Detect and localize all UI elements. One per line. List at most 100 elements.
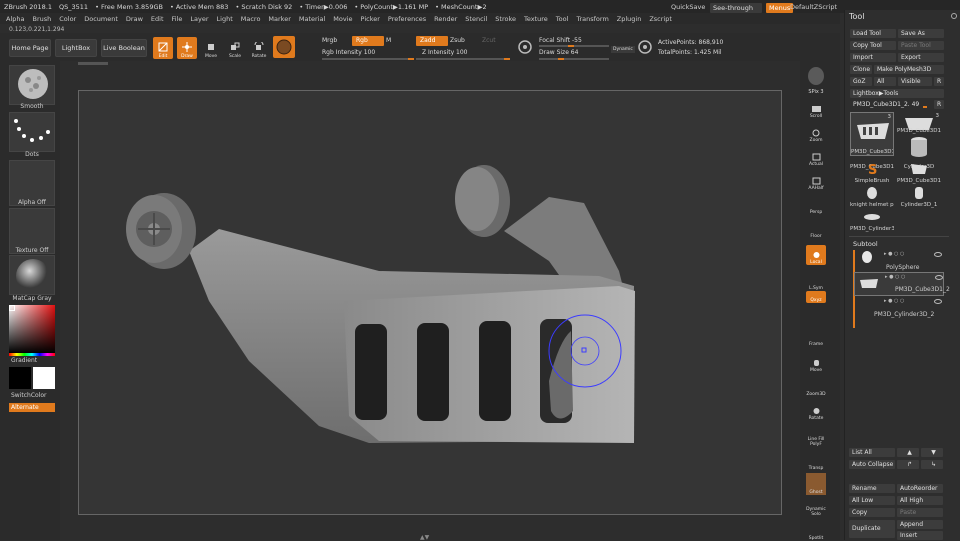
move-up-icon[interactable]: ▲: [897, 448, 919, 457]
menu-tool[interactable]: Tool: [556, 15, 569, 23]
menu-document[interactable]: Document: [84, 15, 118, 23]
copy-button[interactable]: Copy: [849, 508, 895, 517]
material-thumbnail[interactable]: [9, 255, 55, 295]
transp-button[interactable]: Transp: [806, 451, 826, 471]
eye-icon[interactable]: [935, 275, 943, 280]
auto-collapse-button[interactable]: Auto Collapse: [849, 460, 895, 469]
lightbox-button[interactable]: LightBox: [55, 39, 97, 57]
menu-render[interactable]: Render: [434, 15, 457, 23]
mrgb-toggle[interactable]: Mrgb: [322, 37, 337, 44]
make-polymesh-button[interactable]: Make PolyMesh3D: [874, 65, 944, 74]
menu-alpha[interactable]: Alpha: [6, 15, 24, 23]
local-button[interactable]: Local: [806, 245, 826, 265]
color-picker[interactable]: [9, 305, 55, 353]
subtool-row-cube[interactable]: ▸ ● ○ ○ PM3D_Cube3D1_2: [854, 272, 950, 296]
menu-transform[interactable]: Transform: [576, 15, 608, 23]
menu-stroke[interactable]: Stroke: [495, 15, 516, 23]
ghost-button[interactable]: Ghost: [806, 473, 826, 495]
move-mode-button[interactable]: Move: [201, 37, 221, 59]
insert-button[interactable]: Insert: [897, 531, 943, 540]
tool-tile-5[interactable]: S SimpleBrush: [850, 162, 894, 184]
clone-button[interactable]: Clone: [850, 65, 872, 74]
bpr-button[interactable]: [808, 67, 824, 85]
default-zscript-button[interactable]: DefaultZScript: [790, 0, 837, 13]
zoom-button[interactable]: Zoom: [806, 123, 826, 143]
draw-size-slider[interactable]: [539, 58, 609, 60]
tool-tile-8[interactable]: Cylinder3D_1: [897, 186, 941, 208]
lightbox-tools-button[interactable]: Lightbox▶Tools: [850, 89, 944, 98]
menu-edit[interactable]: Edit: [151, 15, 164, 23]
secondary-color-swatch[interactable]: [33, 367, 55, 389]
canvas-viewport[interactable]: [78, 90, 782, 515]
rgb-toggle[interactable]: Rgb: [352, 36, 384, 46]
switch-color-button[interactable]: SwitchColor: [11, 392, 57, 399]
quicksave-button[interactable]: QuickSave: [671, 0, 705, 13]
current-tool-r-button[interactable]: R: [934, 100, 944, 109]
scroll-button[interactable]: Scroll: [806, 99, 826, 119]
import-button[interactable]: Import: [850, 53, 896, 62]
menu-color[interactable]: Color: [59, 15, 76, 23]
aahalf-button[interactable]: AAHalf: [806, 171, 826, 191]
subtool-row-polysphere[interactable]: ▸ ● ○ ○ PolySphere: [854, 250, 944, 271]
menu-marker[interactable]: Marker: [268, 15, 290, 23]
eye-icon[interactable]: [934, 299, 942, 304]
draw-mode-button[interactable]: Draw: [177, 37, 197, 59]
see-through-slider[interactable]: See-through 0: [710, 2, 762, 22]
paste-button[interactable]: Paste: [897, 508, 943, 517]
menu-preferences[interactable]: Preferences: [388, 15, 426, 23]
edit-mode-button[interactable]: Edit: [153, 37, 173, 59]
scale-mode-button[interactable]: Scale: [225, 37, 245, 59]
load-tool-button[interactable]: Load Tool: [850, 29, 896, 38]
menu-texture[interactable]: Texture: [524, 15, 548, 23]
rotate-view-button[interactable]: Rotate: [806, 401, 826, 421]
list-all-button[interactable]: List All: [849, 448, 895, 457]
dynamic-solo-button[interactable]: Dynamic Solo: [806, 497, 826, 517]
menu-brush[interactable]: Brush: [32, 15, 51, 23]
zoom3d-button[interactable]: Zoom3D: [806, 377, 826, 397]
append-button[interactable]: Append: [897, 520, 943, 529]
focal-shift-slider[interactable]: [539, 45, 609, 47]
current-tool-slider[interactable]: PM3D_Cube3D1_2. 49: [850, 100, 934, 109]
z-intensity-slider[interactable]: [416, 58, 510, 60]
actual-button[interactable]: Actual: [806, 147, 826, 167]
persp-button[interactable]: Persp: [806, 195, 826, 215]
duplicate-button[interactable]: Duplicate: [849, 520, 895, 538]
all-high-button[interactable]: All High: [897, 496, 943, 505]
panel-close-icon[interactable]: [951, 13, 957, 19]
rename-button[interactable]: Rename: [849, 484, 895, 493]
zadd-toggle[interactable]: Zadd: [416, 36, 448, 46]
visible-button[interactable]: Visible: [898, 77, 932, 86]
arrow-right-up-icon[interactable]: ↱: [897, 460, 919, 469]
menu-stencil[interactable]: Stencil: [465, 15, 487, 23]
eye-icon[interactable]: [934, 252, 942, 257]
arrow-down-right-icon[interactable]: ↳: [921, 460, 943, 469]
zsub-toggle[interactable]: Zsub: [450, 37, 465, 44]
menu-zplugin[interactable]: Zplugin: [617, 15, 642, 23]
paste-tool-button[interactable]: Paste Tool: [898, 41, 944, 50]
hue-strip[interactable]: [9, 353, 55, 356]
line-fill-polyf-button[interactable]: Line Fill PolyF: [806, 425, 826, 447]
menu-material[interactable]: Material: [299, 15, 325, 23]
zcut-toggle[interactable]: Zcut: [482, 37, 496, 44]
all-low-button[interactable]: All Low: [849, 496, 895, 505]
tool-tile-9[interactable]: PM3D_Cylinder3: [850, 210, 894, 232]
alternate-button[interactable]: Alternate: [9, 403, 55, 412]
menu-movie[interactable]: Movie: [333, 15, 352, 23]
goz-r-button[interactable]: R: [934, 77, 944, 86]
stroke-thumbnail[interactable]: [9, 112, 55, 152]
menu-picker[interactable]: Picker: [361, 15, 380, 23]
auto-reorder-button[interactable]: AutoReorder: [897, 484, 943, 493]
tool-tile-1[interactable]: 3 PM3D_Cube3D1: [850, 112, 894, 156]
spotlit-button[interactable]: Spotlit: [806, 521, 826, 541]
dynamic-toggle[interactable]: Dynamic: [611, 46, 635, 53]
spix-slider[interactable]: SPix 3: [806, 85, 826, 95]
tool-tile-6[interactable]: PM3D_Cube3D1: [897, 162, 941, 184]
qxyz-button[interactable]: Qxyz: [806, 291, 826, 303]
menu-draw[interactable]: Draw: [126, 15, 143, 23]
menu-light[interactable]: Light: [217, 15, 233, 23]
export-button[interactable]: Export: [898, 53, 944, 62]
menu-zscript[interactable]: Zscript: [649, 15, 672, 23]
material-swatch[interactable]: [273, 36, 295, 58]
floor-button[interactable]: Floor: [806, 219, 826, 239]
color-picker-handle[interactable]: [9, 305, 15, 311]
